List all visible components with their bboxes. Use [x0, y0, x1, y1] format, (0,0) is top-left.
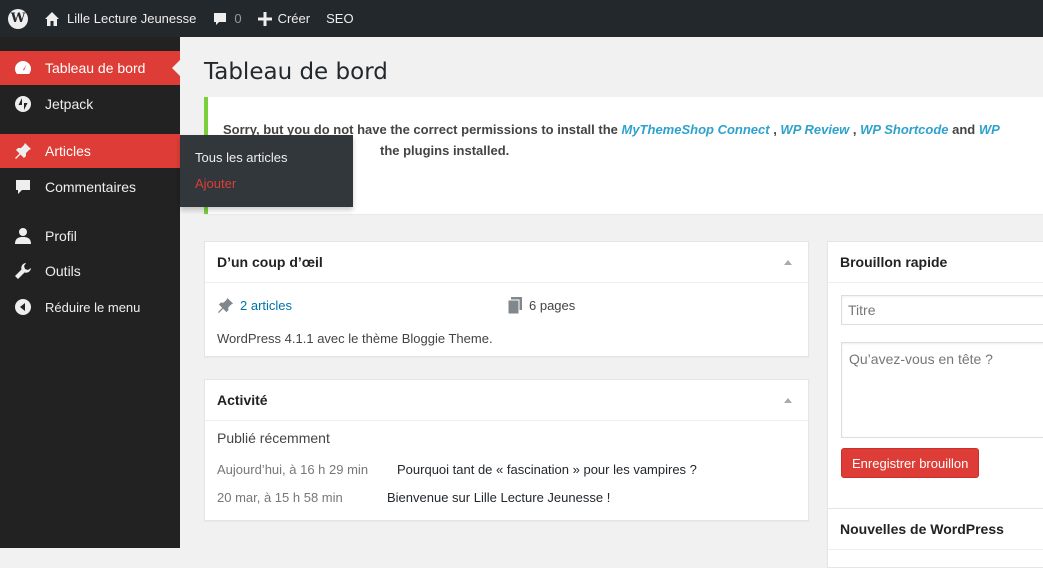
draft-content-placeholder: Qu’avez-vous en tête ?: [849, 351, 993, 367]
admin-sidebar: Tableau de bord Jetpack Articles Comment…: [0, 37, 180, 548]
sidebar-item-jetpack[interactable]: Jetpack: [0, 87, 180, 121]
sidebar-item-label: Commentaires: [45, 179, 137, 195]
plugin-link-wp-shortcode[interactable]: WP Shortcode: [860, 122, 948, 137]
draft-title-placeholder: Titre: [848, 302, 876, 318]
sidebar-item-label: Profil: [45, 228, 77, 244]
wrench-icon: [13, 261, 33, 281]
articles-link[interactable]: 2 articles: [240, 298, 292, 313]
plugin-link-wp[interactable]: WP: [979, 122, 1000, 137]
quick-draft-widget: Brouillon rapide Titre Qu’avez-vous en t…: [827, 241, 1043, 523]
create-label: Créer: [277, 11, 311, 26]
create-new-link[interactable]: Créer: [257, 0, 311, 37]
sidebar-item-comments[interactable]: Commentaires: [0, 170, 180, 204]
activity-row: 20 mar, à 15 h 58 min Bienvenue sur Lill…: [217, 490, 610, 505]
pages-label: 6 pages: [529, 298, 576, 313]
seo-link[interactable]: SEO: [326, 0, 353, 37]
activity-post-link[interactable]: Pourquoi tant de « fascination » pour le…: [397, 462, 697, 477]
jetpack-icon: [13, 94, 33, 114]
plus-icon: [257, 11, 272, 26]
submenu-all-articles[interactable]: Tous les articles: [180, 145, 353, 171]
notice-sep: ,: [769, 122, 781, 137]
admin-bar: W Lille Lecture Jeunesse 0 Créer SEO: [0, 0, 1043, 37]
seo-label: SEO: [326, 11, 354, 26]
sidebar-item-label: Outils: [45, 263, 81, 279]
comment-icon: [13, 177, 33, 197]
widget-title: Nouvelles de WordPress: [840, 521, 1004, 537]
user-icon: [13, 226, 33, 246]
widget-header[interactable]: Brouillon rapide: [828, 242, 1043, 283]
home-icon: [45, 11, 59, 26]
plugin-link-wp-review[interactable]: WP Review: [780, 122, 849, 137]
wp-version-text: WordPress 4.1.1 avec le thème Bloggie Th…: [217, 331, 493, 346]
activity-widget: Activité Publié récemment Aujourd’hui, à…: [204, 379, 809, 521]
draft-title-input[interactable]: Titre: [841, 295, 1043, 325]
sidebar-item-label: Tableau de bord: [45, 60, 146, 76]
sidebar-item-articles[interactable]: Articles: [0, 134, 180, 168]
wordpress-logo-icon: W: [8, 8, 28, 29]
site-name-link[interactable]: Lille Lecture Jeunesse: [44, 0, 196, 37]
sidebar-item-label: Réduire le menu: [45, 299, 141, 315]
pin-icon: [13, 141, 33, 161]
articles-count[interactable]: 2 articles: [217, 297, 507, 314]
plugin-link-mythemeshop[interactable]: MyThemeShop Connect: [622, 122, 770, 137]
save-draft-button[interactable]: Enregistrer brouillon: [841, 448, 980, 478]
wordpress-logo-button[interactable]: W: [8, 0, 28, 37]
pages-count[interactable]: 6 pages: [507, 297, 575, 314]
activity-post-link[interactable]: Bienvenue sur Lille Lecture Jeunesse !: [387, 490, 610, 505]
notice-sep: and: [948, 122, 979, 137]
collapse-icon: [13, 297, 33, 317]
widget-header[interactable]: Activité: [205, 380, 808, 421]
comment-icon: [214, 12, 227, 25]
toggle-arrow-icon[interactable]: [784, 259, 792, 265]
sidebar-item-dashboard[interactable]: Tableau de bord: [0, 51, 180, 85]
widget-title: Activité: [217, 392, 268, 408]
pages-icon: [507, 297, 522, 314]
sidebar-item-label: Jetpack: [45, 96, 94, 112]
dashboard-icon: [13, 58, 33, 78]
activity-row: Aujourd’hui, à 16 h 29 min Pourquoi tant…: [217, 462, 697, 477]
comments-link[interactable]: 0: [212, 0, 242, 37]
site-name: Lille Lecture Jeunesse: [67, 11, 197, 26]
articles-flyout-submenu: Tous les articles Ajouter: [180, 135, 353, 207]
submenu-add-article[interactable]: Ajouter: [180, 171, 353, 197]
activity-date: Aujourd’hui, à 16 h 29 min: [217, 462, 369, 477]
current-indicator: [172, 60, 180, 76]
recently-published-heading: Publié récemment: [217, 430, 330, 446]
at-a-glance-widget: D’un coup d’œil 2 articles 6 pages WordP…: [204, 241, 809, 357]
widget-header[interactable]: D’un coup d’œil: [205, 242, 808, 283]
collapse-menu-button[interactable]: Réduire le menu: [0, 290, 180, 324]
sidebar-item-tools[interactable]: Outils: [0, 254, 180, 288]
notice-sep: ,: [849, 122, 861, 137]
wordpress-news-widget: Nouvelles de WordPress: [827, 508, 1043, 568]
widget-title: Brouillon rapide: [840, 254, 948, 270]
activity-date: 20 mar, à 15 h 58 min: [217, 490, 343, 505]
pin-icon: [217, 297, 234, 314]
glance-counts: 2 articles 6 pages: [217, 297, 777, 314]
comments-count: 0: [234, 11, 242, 26]
sidebar-item-label: Articles: [45, 143, 91, 159]
main-content: Tableau de bord Sorry, but you do not ha…: [180, 37, 1043, 568]
sidebar-item-profile[interactable]: Profil: [0, 219, 180, 253]
widget-title: D’un coup d’œil: [217, 254, 323, 270]
toggle-arrow-icon[interactable]: [784, 397, 792, 403]
widget-header[interactable]: Nouvelles de WordPress: [828, 509, 1043, 550]
page-title: Tableau de bord: [204, 59, 388, 85]
draft-content-textarea[interactable]: Qu’avez-vous en tête ?: [841, 342, 1043, 438]
